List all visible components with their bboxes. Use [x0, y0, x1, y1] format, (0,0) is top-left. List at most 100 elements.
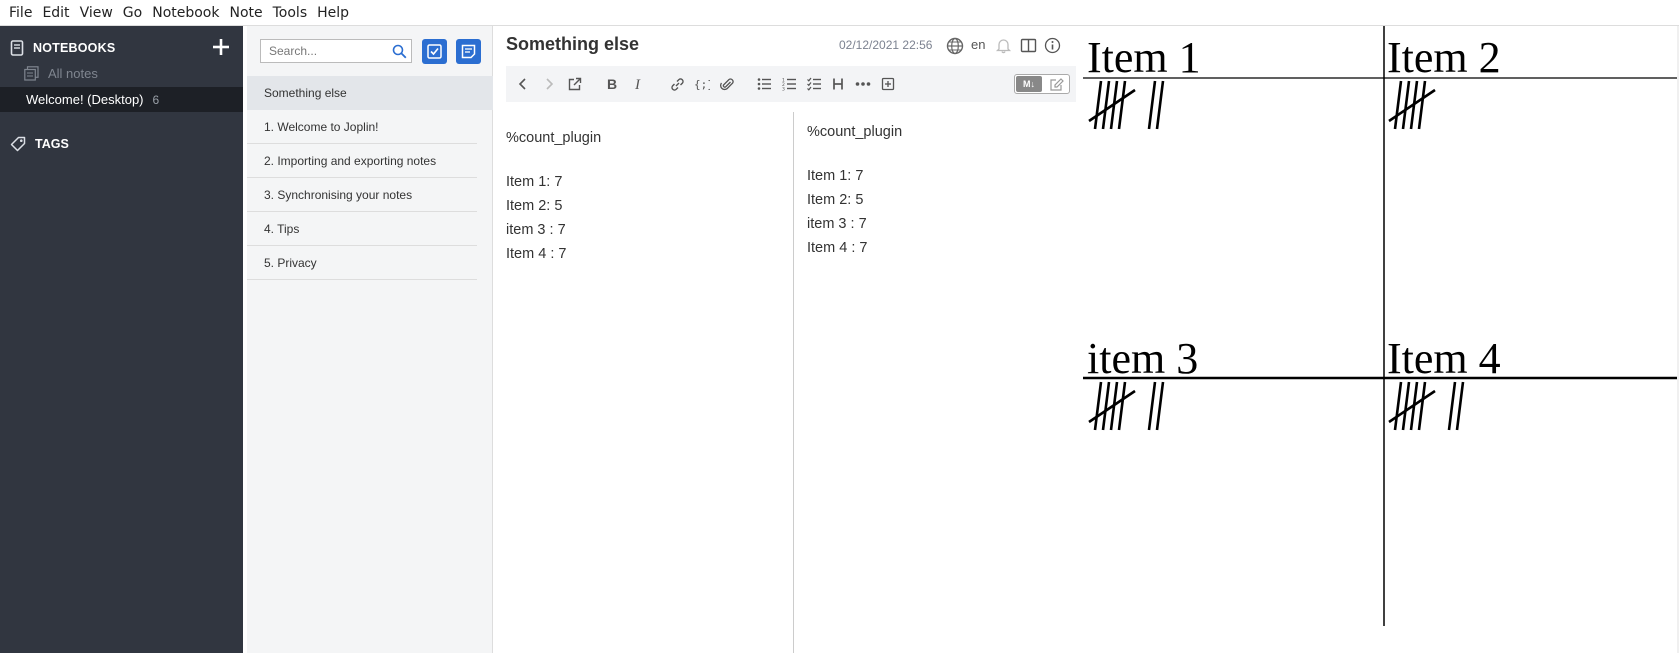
notebook-icon [10, 40, 24, 56]
menu-file[interactable]: File [4, 0, 37, 26]
search-placeholder: Search... [269, 44, 318, 58]
spellcheck-language[interactable]: en [971, 37, 985, 52]
note-items: Something else 1. Welcome to Joplin! 2. … [247, 76, 493, 280]
all-notes-icon [24, 65, 39, 81]
tally-mark [1147, 381, 1157, 431]
markdown-line: %count_plugin [506, 130, 602, 146]
markdown-toggle-button[interactable]: M↓ [1016, 76, 1042, 92]
bullet-list-icon[interactable] [755, 75, 773, 93]
note-list-item[interactable]: 5. Privacy [247, 246, 477, 280]
markdown-line: Item 2: 5 [506, 198, 563, 214]
svg-text:3: 3 [782, 87, 785, 92]
notebook-count: 6 [152, 92, 160, 107]
tally-mark [1117, 381, 1127, 431]
viewer-line: item 3 : 7 [807, 216, 867, 232]
insert-datetime-icon[interactable] [879, 75, 897, 93]
alarm-bell-icon[interactable] [995, 37, 1012, 54]
tally-mark [1093, 381, 1103, 431]
link-icon[interactable] [668, 75, 686, 93]
sidebar-item-welcome-notebook[interactable]: Welcome! (Desktop) 6 [0, 87, 243, 112]
tally-mark [1155, 80, 1165, 130]
tally-mark [1417, 80, 1427, 130]
all-notes-label: All notes [48, 65, 98, 81]
menu-note[interactable]: Note [224, 0, 267, 26]
viewer-line: Item 1: 7 [807, 168, 864, 184]
note-list-item[interactable]: Something else [247, 76, 493, 110]
markdown-editor[interactable]: %count_plugin Item 1: 7 Item 2: 5 item 3… [493, 112, 794, 653]
menu-notebook[interactable]: Notebook [147, 0, 224, 26]
tally-mark [1455, 381, 1465, 431]
search-input[interactable]: Search... [260, 39, 391, 63]
code-icon[interactable]: {;} [693, 75, 711, 93]
sidebar: NOTEBOOKS All notes Welcome! (Desktop) 6 [0, 26, 243, 653]
tally-mark [1447, 381, 1457, 431]
note-date: 02/12/2021 22:56 [839, 38, 933, 52]
tally-mark [1401, 381, 1411, 431]
heading-icon[interactable] [829, 75, 847, 93]
new-todo-button[interactable] [422, 39, 447, 64]
notebooks-header[interactable]: NOTEBOOKS [10, 37, 235, 59]
notebooks-label: NOTEBOOKS [33, 41, 116, 55]
tally-item-label: Item 1 [1087, 33, 1201, 82]
markdown-toggle-label: M↓ [1023, 79, 1035, 89]
rich-text-toggle-button[interactable] [1045, 76, 1069, 92]
attachment-icon[interactable] [718, 75, 736, 93]
tally-mark [1393, 80, 1403, 130]
note-list-item[interactable]: 2. Importing and exporting notes [247, 144, 477, 178]
menu-edit[interactable]: Edit [37, 0, 74, 26]
info-icon[interactable] [1044, 37, 1061, 54]
new-note-button[interactable] [456, 39, 481, 64]
menu-view[interactable]: View [75, 0, 118, 26]
back-icon[interactable] [514, 75, 532, 93]
viewer-line: Item 4 : 7 [807, 240, 868, 256]
search-icon [392, 44, 407, 58]
markdown-line: Item 1: 7 [506, 174, 563, 190]
globe-icon[interactable] [946, 37, 964, 55]
horizontal-rule-icon[interactable] [854, 75, 872, 93]
tally-mark [1417, 381, 1427, 431]
tally-item-label: item 3 [1087, 334, 1199, 383]
tag-icon [10, 136, 26, 152]
note-title[interactable]: Something else [506, 34, 639, 55]
menu-go[interactable]: Go [118, 0, 147, 26]
editor-toggle: M↓ [1014, 74, 1070, 94]
checklist-icon[interactable] [805, 75, 823, 93]
note-list-item[interactable]: 3. Synchronising your notes [247, 178, 477, 212]
tally-item-label: Item 2 [1387, 33, 1501, 82]
viewer-line: Item 2: 5 [807, 192, 864, 208]
count-plugin-panel: Item 1 Item 2 item 3 Item 4 [1083, 26, 1679, 653]
add-notebook-icon[interactable] [209, 35, 233, 59]
numbered-list-icon[interactable]: 123 [780, 75, 798, 93]
tally-mark [1401, 80, 1411, 130]
tally-mark [1101, 80, 1111, 130]
new-note-icon [461, 44, 476, 59]
forward-icon[interactable] [540, 75, 558, 93]
tally-mark [1393, 381, 1403, 431]
note-list-item[interactable]: 4. Tips [247, 212, 477, 246]
svg-text:{;}: {;} [694, 78, 710, 91]
menubar: File Edit View Go Notebook Note Tools He… [0, 0, 1679, 26]
layout-columns-icon[interactable] [1020, 37, 1037, 54]
italic-icon[interactable]: I [629, 75, 647, 93]
tally-mark [1147, 80, 1157, 130]
notebook-name: Welcome! (Desktop) [26, 92, 144, 107]
svg-text:I: I [634, 77, 641, 91]
edit-icon [1050, 77, 1064, 91]
search-button[interactable] [388, 39, 412, 63]
tags-label: TAGS [35, 137, 69, 151]
note-list-item[interactable]: 1. Welcome to Joplin! [247, 110, 477, 144]
joplin-window: File Edit View Go Notebook Note Tools He… [0, 0, 1679, 653]
markdown-line: Item 4 : 7 [506, 246, 567, 262]
menu-help[interactable]: Help [312, 0, 354, 26]
svg-text:B: B [607, 77, 617, 91]
all-notes-item[interactable]: All notes [24, 62, 98, 84]
tally-mark [1155, 381, 1165, 431]
bold-icon[interactable]: B [603, 75, 621, 93]
tally-item-label: Item 4 [1387, 334, 1501, 383]
menu-tools[interactable]: Tools [268, 0, 313, 26]
editor-toolbar: B I {;} 123 [506, 66, 1076, 102]
markdown-viewer: %count_plugin Item 1: 7 Item 2: 5 item 3… [794, 112, 1083, 653]
external-edit-icon[interactable] [565, 75, 583, 93]
checkbox-icon [427, 44, 442, 59]
tags-header[interactable]: TAGS [10, 133, 69, 155]
